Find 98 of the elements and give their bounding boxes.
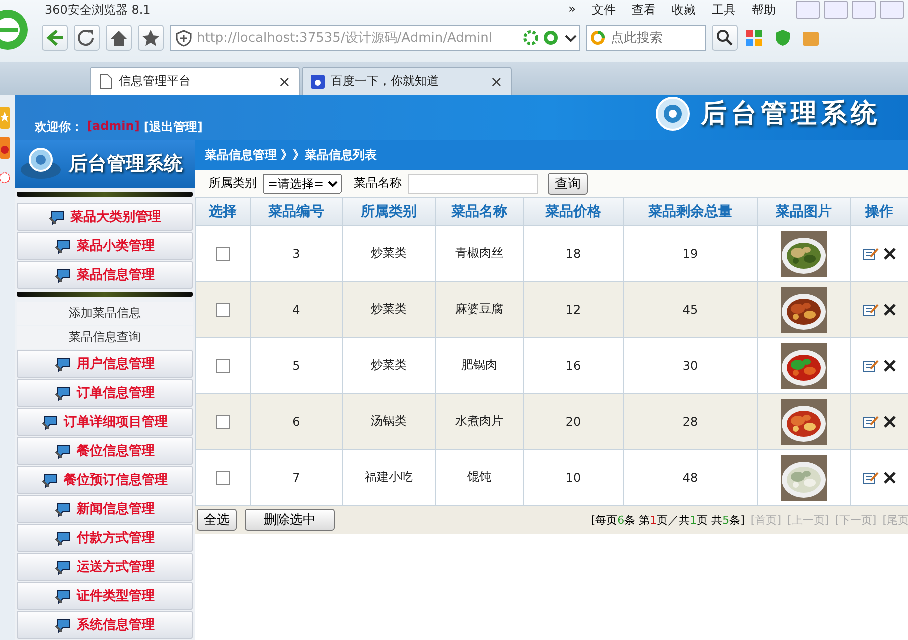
menu-item[interactable]: 工具	[712, 2, 736, 18]
row-checkbox[interactable]	[216, 414, 230, 429]
edit-icon[interactable]	[862, 414, 878, 428]
table-cell: 28	[624, 394, 758, 450]
home-button[interactable]	[106, 25, 132, 51]
edit-icon[interactable]	[862, 358, 878, 372]
submenu-item[interactable]: 添加菜品信息	[17, 302, 193, 325]
edit-icon[interactable]	[862, 302, 878, 316]
delete-icon[interactable]	[882, 302, 896, 316]
table-cell: 水煮肉片	[436, 394, 524, 450]
select-all-button[interactable]: 全选	[197, 509, 237, 531]
submenu-item[interactable]: 菜品信息查询	[17, 326, 193, 349]
menu-item[interactable]: 菜品大类别管理	[17, 203, 193, 231]
chat-icon	[42, 472, 60, 488]
chat-icon	[48, 208, 66, 226]
delete-selected-button[interactable]: 删除选中	[245, 509, 335, 531]
chat-icon	[55, 442, 73, 460]
delete-icon[interactable]	[882, 414, 896, 428]
menu-item[interactable]: 餐位预订信息管理	[17, 466, 193, 494]
chat-icon	[55, 500, 73, 518]
chat-icon	[42, 414, 60, 430]
logo-title: 后台管理系统	[69, 152, 183, 177]
menu-item[interactable]: 证件类型管理	[17, 582, 193, 610]
chat-icon	[55, 530, 73, 546]
shield-icon	[175, 29, 193, 47]
menu-item[interactable]: 菜品小类管理	[17, 232, 193, 260]
browser-tab[interactable]: 百度一下，你就知道 ×	[302, 67, 512, 95]
back-button[interactable]	[42, 25, 68, 51]
menu-item[interactable]: 订单详细项目管理	[17, 408, 193, 436]
row-checkbox[interactable]	[216, 246, 230, 261]
chat-icon	[55, 384, 73, 402]
search-icon	[715, 28, 735, 48]
search-button[interactable]: 查询	[548, 172, 588, 194]
menu-item[interactable]: »	[568, 2, 576, 18]
chat-icon	[55, 238, 73, 254]
loading-icon	[523, 30, 539, 46]
page-icon	[99, 74, 113, 90]
table-cell: 20	[524, 394, 624, 450]
menu-item[interactable]: 帮助	[752, 2, 776, 18]
menu-item[interactable]: 文件	[592, 2, 616, 18]
chat-icon	[55, 616, 73, 634]
search-button[interactable]	[712, 25, 738, 51]
edit-icon[interactable]	[862, 470, 878, 484]
banner-title: 后台管理系统	[701, 98, 881, 131]
close-tab-button[interactable]: ×	[278, 72, 291, 90]
menu-item[interactable]: 用户信息管理	[17, 350, 193, 378]
column-header: 菜品图片	[758, 198, 850, 226]
field-label: 菜品名称	[354, 175, 402, 192]
browser-tab[interactable]: 信息管理平台 ×	[90, 67, 300, 95]
column-header: 菜品价格	[524, 198, 624, 226]
table-cell: 炒菜类	[342, 282, 436, 338]
chat-icon	[55, 558, 73, 576]
name-input[interactable]	[408, 174, 538, 194]
delete-icon[interactable]	[882, 246, 896, 260]
address-bar[interactable]: http://localhost:37535/设计源码/Admin/AdminI	[170, 25, 580, 51]
table-cell: 麻婆豆腐	[436, 282, 524, 338]
page-summary: [每页6条 第1页／共1页 共5条]	[591, 512, 745, 528]
menu-item[interactable]: 订单信息管理	[17, 379, 193, 407]
table-cell: 4	[250, 282, 342, 338]
table-cell: 汤锅类	[342, 394, 436, 450]
chat-icon	[55, 356, 73, 372]
chat-icon	[55, 266, 73, 284]
menu-item[interactable]: 运送方式管理	[17, 553, 193, 581]
edit-icon[interactable]	[862, 246, 878, 260]
search-engine-icon	[590, 29, 608, 47]
table-cell: 12	[524, 282, 624, 338]
window-title: 360安全浏览器 8.1	[45, 2, 152, 18]
logout-link[interactable]: [退出管理]	[144, 119, 203, 136]
menu-item[interactable]: 餐位信息管理	[17, 437, 193, 465]
column-header: 菜品名称	[436, 198, 524, 226]
delete-icon[interactable]	[882, 470, 896, 484]
field-label: 所属类别	[209, 175, 257, 192]
refresh-button[interactable]	[74, 25, 100, 51]
close-tab-button[interactable]: ×	[490, 72, 503, 90]
menu-item[interactable]: 查看	[632, 2, 656, 18]
column-header: 菜品剩余总量	[624, 198, 758, 226]
search-box[interactable]: 点此搜索	[586, 25, 706, 51]
row-checkbox[interactable]	[216, 470, 230, 485]
menu-item[interactable]: 收藏	[672, 2, 696, 18]
column-header: 菜品编号	[250, 198, 342, 226]
menu-item[interactable]: 菜品信息管理	[17, 261, 193, 289]
column-header: 操作	[850, 198, 908, 226]
menu-item[interactable]: 付款方式管理	[17, 524, 193, 552]
welcome-text: 欢迎你：	[35, 119, 83, 136]
column-header: 所属类别	[342, 198, 436, 226]
row-checkbox[interactable]	[216, 302, 230, 317]
table-cell: 45	[624, 282, 758, 338]
column-header: 选择	[196, 198, 250, 226]
delete-icon[interactable]	[882, 358, 896, 372]
chat-icon	[55, 588, 73, 604]
breadcrumb: 菜品信息管理 》》菜品信息列表	[195, 140, 908, 170]
user-name: [admin]	[87, 119, 140, 135]
menu-item[interactable]: 新闻信息管理	[17, 495, 193, 523]
star-button[interactable]	[138, 25, 164, 51]
menu-item[interactable]: 系统信息管理	[17, 611, 193, 639]
row-checkbox[interactable]	[216, 358, 230, 373]
category-select[interactable]: =请选择=	[263, 174, 342, 194]
table-cell: 6	[250, 394, 342, 450]
